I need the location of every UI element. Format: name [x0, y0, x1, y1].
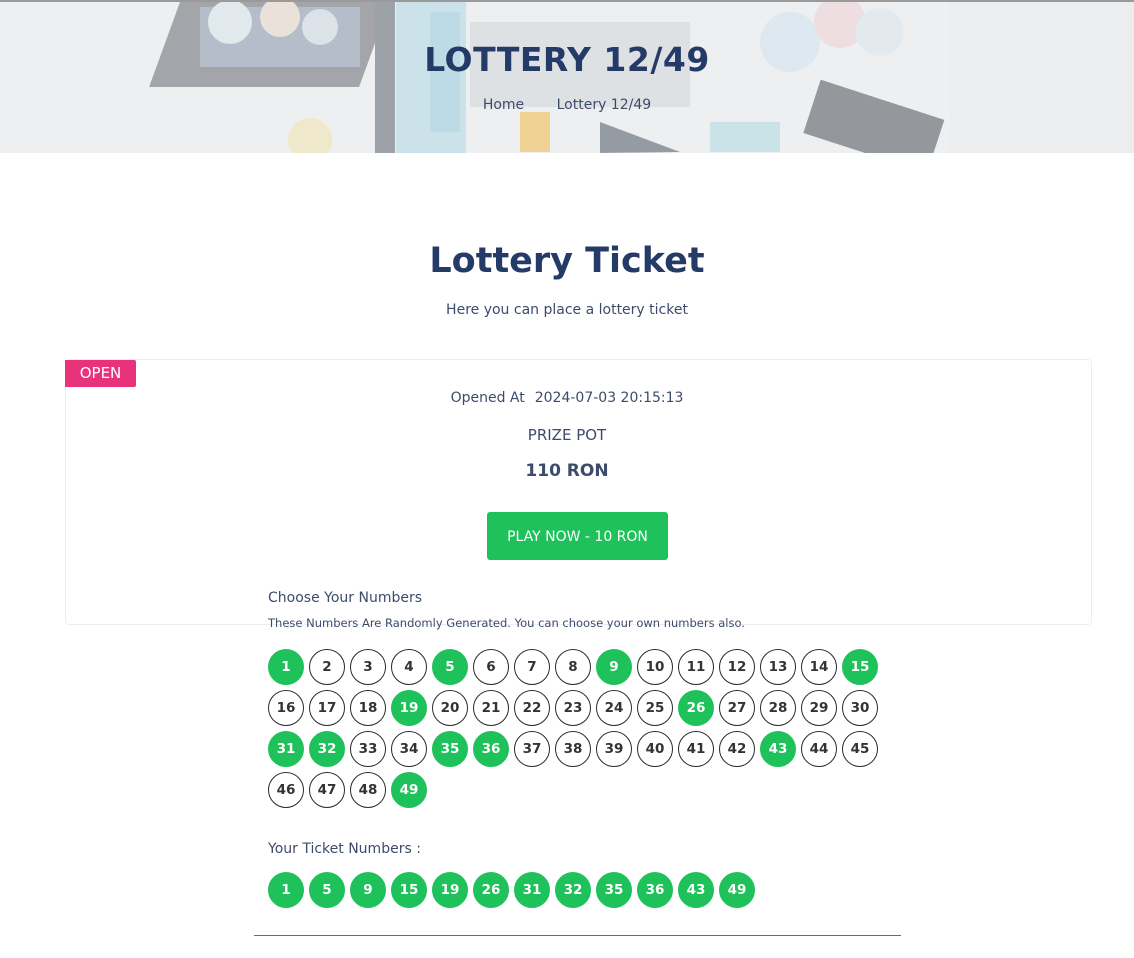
number-ball[interactable]: 48 [350, 772, 386, 808]
number-ball[interactable]: 39 [596, 731, 632, 767]
ticket-number-ball: 43 [678, 872, 714, 908]
number-ball[interactable]: 34 [391, 731, 427, 767]
number-ball[interactable]: 49 [391, 772, 427, 808]
page-title: LOTTERY 12/49 [424, 40, 710, 79]
number-ball[interactable]: 14 [801, 649, 837, 685]
opened-at-label: Opened At [450, 390, 525, 406]
number-ball[interactable]: 45 [842, 731, 878, 767]
number-ball[interactable]: 17 [309, 690, 345, 726]
page-hero-banner: LOTTERY 12/49 Home Lottery 12/49 [0, 2, 1134, 153]
section-subtitle: Here you can place a lottery ticket [446, 302, 688, 318]
number-ball[interactable]: 25 [637, 690, 673, 726]
number-ball[interactable]: 42 [719, 731, 755, 767]
number-ball[interactable]: 8 [555, 649, 591, 685]
number-ball[interactable]: 10 [637, 649, 673, 685]
number-ball[interactable]: 29 [801, 690, 837, 726]
ticket-number-ball: 26 [473, 872, 509, 908]
ticket-number-ball: 9 [350, 872, 386, 908]
play-now-button[interactable]: PLAY NOW - 10 RON [487, 512, 668, 560]
ticket-number-ball: 19 [432, 872, 468, 908]
breadcrumb: Home Lottery 12/49 [0, 97, 1134, 113]
number-ball[interactable]: 12 [719, 649, 755, 685]
number-ball[interactable]: 19 [391, 690, 427, 726]
number-ball[interactable]: 32 [309, 731, 345, 767]
number-ball[interactable]: 15 [842, 649, 878, 685]
ticket-number-ball: 1 [268, 872, 304, 908]
number-ball[interactable]: 18 [350, 690, 386, 726]
number-ball[interactable]: 24 [596, 690, 632, 726]
ticket-numbers-title: Your Ticket Numbers : [268, 841, 421, 857]
ticket-number-ball: 49 [719, 872, 755, 908]
number-ball[interactable]: 47 [309, 772, 345, 808]
number-ball[interactable]: 9 [596, 649, 632, 685]
number-ball[interactable]: 46 [268, 772, 304, 808]
divider [254, 935, 901, 936]
ticket-number-ball: 35 [596, 872, 632, 908]
number-ball[interactable]: 40 [637, 731, 673, 767]
section-title: Lottery Ticket [429, 241, 705, 281]
prize-pot-value: 110 RON [525, 461, 609, 481]
number-ball[interactable]: 16 [268, 690, 304, 726]
number-ball[interactable]: 7 [514, 649, 550, 685]
number-ball[interactable]: 1 [268, 649, 304, 685]
status-badge: OPEN [65, 360, 136, 387]
number-ball[interactable]: 44 [801, 731, 837, 767]
number-ball[interactable]: 5 [432, 649, 468, 685]
number-ball[interactable]: 22 [514, 690, 550, 726]
number-picker-grid: 1 2 3 4 5 6 7 8 9 10 11 12 13 14 15 16 17 18 19 20 21 22 23 24 2… [268, 649, 908, 808]
number-ball[interactable]: 38 [555, 731, 591, 767]
prize-pot-label: PRIZE POT [527, 426, 607, 444]
number-ball[interactable]: 27 [719, 690, 755, 726]
opened-at-row: Opened At 2024-07-03 20:15:13 [0, 390, 1134, 406]
number-ball[interactable]: 28 [760, 690, 796, 726]
number-ball[interactable]: 36 [473, 731, 509, 767]
ticket-number-ball: 36 [637, 872, 673, 908]
ticket-number-ball: 32 [555, 872, 591, 908]
ticket-number-ball: 15 [391, 872, 427, 908]
number-ball[interactable]: 41 [678, 731, 714, 767]
choose-numbers-note: These Numbers Are Randomly Generated. Yo… [268, 616, 745, 630]
number-ball[interactable]: 4 [391, 649, 427, 685]
number-ball[interactable]: 37 [514, 731, 550, 767]
breadcrumb-home-link[interactable]: Home [483, 97, 524, 113]
choose-numbers-title: Choose Your Numbers [268, 590, 423, 606]
number-ball[interactable]: 31 [268, 731, 304, 767]
number-ball[interactable]: 23 [555, 690, 591, 726]
ticket-number-ball: 31 [514, 872, 550, 908]
breadcrumb-current: Lottery 12/49 [556, 97, 652, 113]
number-ball[interactable]: 30 [842, 690, 878, 726]
number-ball[interactable]: 26 [678, 690, 714, 726]
number-ball[interactable]: 21 [473, 690, 509, 726]
number-ball[interactable]: 35 [432, 731, 468, 767]
number-ball[interactable]: 3 [350, 649, 386, 685]
number-ball[interactable]: 6 [473, 649, 509, 685]
number-ball[interactable]: 20 [432, 690, 468, 726]
number-ball[interactable]: 13 [760, 649, 796, 685]
opened-at-value: 2024-07-03 20:15:13 [534, 390, 684, 406]
ticket-number-ball: 5 [309, 872, 345, 908]
number-ball[interactable]: 43 [760, 731, 796, 767]
number-ball[interactable]: 11 [678, 649, 714, 685]
ticket-numbers-list: 1 5 9 15 19 26 31 32 35 36 43 49 [268, 872, 755, 908]
number-ball[interactable]: 33 [350, 731, 386, 767]
number-ball[interactable]: 2 [309, 649, 345, 685]
